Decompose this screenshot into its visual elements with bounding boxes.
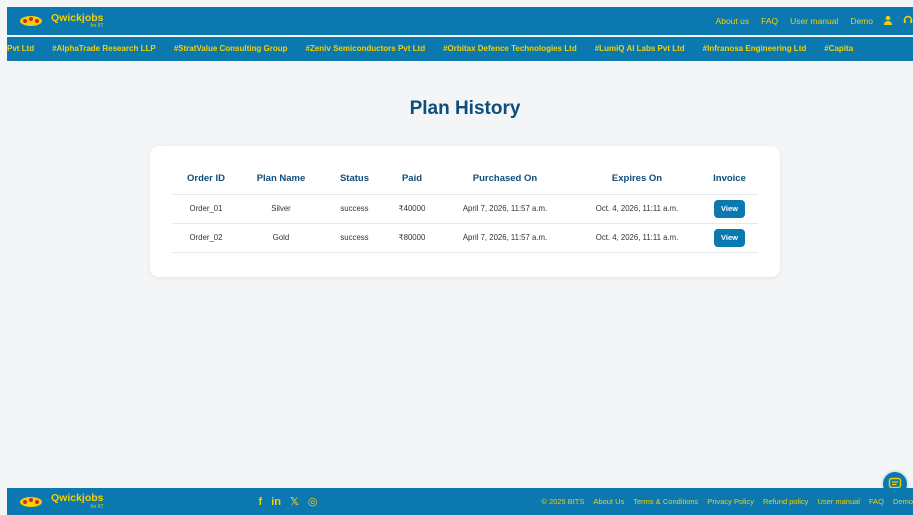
nav-demo[interactable]: Demo bbox=[850, 16, 873, 26]
plan-name-cell: Gold bbox=[240, 222, 322, 253]
company-ticker: Pvt Ltd #AlphaTrade Research LLP #StratV… bbox=[7, 37, 913, 61]
plan-history-card: Order ID Plan Name Status Paid Purchased… bbox=[150, 146, 780, 277]
linkedin-icon[interactable]: in bbox=[271, 496, 281, 508]
footer-link-privacy[interactable]: Privacy Policy bbox=[707, 497, 754, 506]
status-cell: success bbox=[322, 193, 387, 223]
footer: Qwickjobs for IIT f in 𝕏 ◎ © 2025 BITS A… bbox=[7, 488, 913, 515]
col-invoice: Invoice bbox=[713, 173, 746, 185]
ticker-item[interactable]: #Zeniv Semiconductors Pvt Ltd bbox=[306, 44, 426, 53]
footer-brand-sub: for IIT bbox=[90, 503, 104, 510]
brand-logo[interactable]: Qwickjobs for IIT bbox=[19, 13, 104, 30]
ticker-item[interactable]: #AlphaTrade Research LLP bbox=[52, 44, 156, 53]
ticker-item[interactable]: Pvt Ltd bbox=[7, 44, 34, 53]
paid-cell: ₹80000 bbox=[387, 222, 437, 253]
col-status: Status bbox=[339, 173, 370, 185]
ticker-item[interactable]: #LumiQ AI Labs Pvt Ltd bbox=[595, 44, 685, 53]
col-paid: Paid bbox=[401, 173, 423, 185]
ticker-item[interactable]: #Capita bbox=[824, 44, 853, 53]
footer-link-refund[interactable]: Refund policy bbox=[763, 497, 808, 506]
footer-brand-name: Qwickjobs bbox=[51, 492, 104, 505]
ticker-item[interactable]: #Orbitax Defence Technologies Ltd bbox=[443, 44, 577, 53]
table-row: Order_02 Gold success ₹80000 April 7, 20… bbox=[172, 222, 758, 253]
social-links: f in 𝕏 ◎ bbox=[259, 495, 327, 509]
ticker-item[interactable]: #Infranosa Engineering Ltd bbox=[703, 44, 807, 53]
purchased-on-cell: April 7, 2026, 11:57 a.m. bbox=[437, 193, 573, 223]
ticker-item[interactable]: #StratValue Consulting Group bbox=[174, 44, 288, 53]
nav-faq[interactable]: FAQ bbox=[761, 16, 778, 26]
footer-link-faq[interactable]: FAQ bbox=[869, 497, 884, 506]
col-order-id: Order ID bbox=[186, 173, 225, 185]
nav-user-manual[interactable]: User manual bbox=[790, 16, 838, 26]
brand-name: Qwickjobs bbox=[51, 11, 104, 24]
table-header-row: Order ID Plan Name Status Paid Purchased… bbox=[172, 164, 758, 194]
brand-sub: for IIT bbox=[90, 23, 104, 30]
expires-on-cell: Oct. 4, 2026, 11:11 a.m. bbox=[573, 222, 701, 253]
footer-link-terms[interactable]: Terms & Conditions bbox=[633, 497, 698, 506]
footer-link-user-manual[interactable]: User manual bbox=[817, 497, 860, 506]
col-expires-on: Expires On bbox=[611, 173, 663, 185]
order-id-cell: Order_01 bbox=[172, 193, 240, 223]
paid-cell: ₹40000 bbox=[387, 193, 437, 223]
status-cell: success bbox=[322, 222, 387, 253]
copyright-text: © 2025 BITS bbox=[541, 497, 585, 506]
expires-on-cell: Oct. 4, 2026, 11:11 a.m. bbox=[573, 193, 701, 223]
instagram-icon[interactable]: ◎ bbox=[308, 495, 318, 508]
view-invoice-button[interactable]: View bbox=[714, 199, 745, 218]
invoice-cell: View bbox=[701, 222, 758, 253]
headset-icon[interactable] bbox=[903, 15, 913, 28]
footer-link-demo[interactable]: Demo bbox=[893, 497, 913, 506]
invoice-cell: View bbox=[701, 193, 758, 223]
plan-history-table: Order ID Plan Name Status Paid Purchased… bbox=[172, 164, 758, 253]
top-nav-links: About us FAQ User manual Demo bbox=[704, 15, 913, 28]
plan-name-cell: Silver bbox=[240, 193, 322, 223]
x-icon[interactable]: 𝕏 bbox=[290, 495, 299, 508]
table-row: Order_01 Silver success ₹40000 April 7, … bbox=[172, 193, 758, 223]
footer-link-about-us[interactable]: About Us bbox=[593, 497, 624, 506]
footer-links: © 2025 BITS About Us Terms & Conditions … bbox=[532, 497, 913, 506]
footer-logo[interactable]: Qwickjobs for IIT bbox=[19, 493, 104, 510]
logo-icon bbox=[20, 16, 42, 26]
page-title: Plan History bbox=[409, 98, 521, 119]
col-plan-name: Plan Name bbox=[256, 173, 306, 185]
nav-about-us[interactable]: About us bbox=[716, 16, 750, 26]
user-icon[interactable] bbox=[883, 15, 893, 28]
top-navbar: Qwickjobs for IIT About us FAQ User manu… bbox=[7, 7, 913, 35]
order-id-cell: Order_02 bbox=[172, 222, 240, 253]
logo-icon bbox=[20, 496, 42, 507]
purchased-on-cell: April 7, 2026, 11:57 a.m. bbox=[437, 222, 573, 253]
facebook-icon[interactable]: f bbox=[259, 496, 263, 508]
col-purchased-on: Purchased On bbox=[472, 173, 538, 185]
view-invoice-button[interactable]: View bbox=[714, 228, 745, 247]
